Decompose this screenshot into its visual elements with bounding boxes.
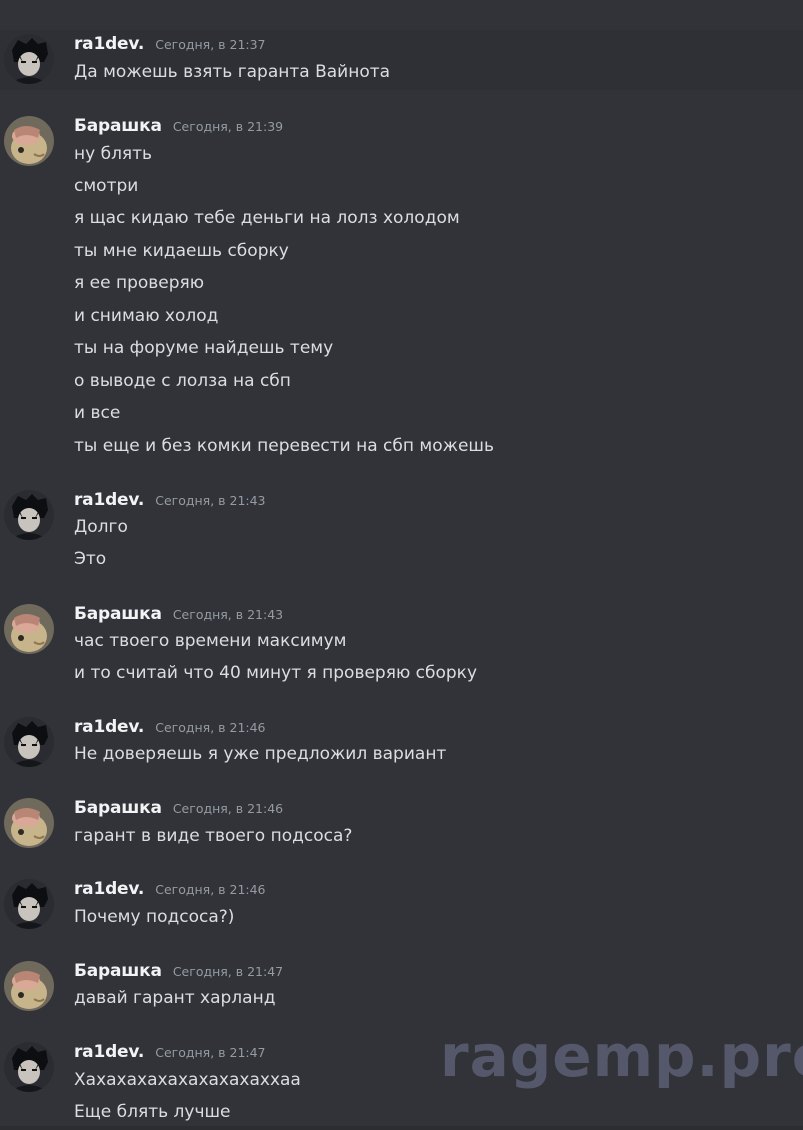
message-group: ra1dev. Сегодня, в 21:46 Почему подсоса?… xyxy=(0,877,803,937)
message-group: ra1dev. Сегодня, в 21:46 Не доверяешь я … xyxy=(0,714,803,774)
message-text: о выводе с лолза на сбп xyxy=(74,371,291,391)
timestamp[interactable]: Сегодня, в 21:37 xyxy=(155,37,265,52)
timestamp[interactable]: Сегодня, в 21:46 xyxy=(173,801,283,816)
avatar-ra1dev[interactable] xyxy=(4,490,54,540)
message-text: Не доверяешь я уже предложил вариант xyxy=(74,744,447,764)
author-name[interactable]: Барашка xyxy=(74,604,162,624)
message-text: и то считай что 40 минут я проверяю сбор… xyxy=(74,663,478,683)
author-name[interactable]: ra1dev. xyxy=(74,490,144,510)
message-text: ты на форуме найдешь тему xyxy=(74,338,334,358)
message-header: Барашка Сегодня, в 21:46 xyxy=(74,798,283,822)
timestamp[interactable]: Сегодня, в 21:47 xyxy=(155,1045,265,1060)
message-group: Барашка Сегодня, в 21:47 давай гарант ха… xyxy=(0,959,803,1019)
avatar-ra1dev[interactable] xyxy=(4,1042,54,1092)
message-text: и все xyxy=(74,403,121,423)
chat-message-list[interactable]: ra1dev. Сегодня, в 21:37 Да можешь взять… xyxy=(0,0,803,1130)
message-header: Барашка Сегодня, в 21:47 xyxy=(74,961,283,985)
bottom-edge xyxy=(0,1126,803,1130)
message-group: Барашка Сегодня, в 21:39 ну блять смотри… xyxy=(0,112,803,462)
message-group: Барашка Сегодня, в 21:46 гарант в виде т… xyxy=(0,796,803,856)
author-name[interactable]: ra1dev. xyxy=(74,34,144,54)
message-text: Да можешь взять гаранта Вайнота xyxy=(74,62,391,82)
author-name[interactable]: Барашка xyxy=(74,961,162,981)
avatar-barashka[interactable] xyxy=(4,116,54,166)
message-text: и снимаю холод xyxy=(74,306,219,326)
timestamp[interactable]: Сегодня, в 21:39 xyxy=(173,119,283,134)
avatar-ra1dev[interactable] xyxy=(4,717,54,767)
message-text: ты мне кидаешь сборку xyxy=(74,241,289,261)
author-name[interactable]: Барашка xyxy=(74,798,162,818)
message-text: Почему подсоса?) xyxy=(74,907,235,927)
avatar-barashka[interactable] xyxy=(4,798,54,848)
message-text: я ее проверяю xyxy=(74,273,205,293)
watermark: ragemp.pro xyxy=(440,1022,803,1090)
avatar-barashka[interactable] xyxy=(4,604,54,654)
message-text: Хахахахахахахахахаххаа xyxy=(74,1070,301,1090)
message-header: Барашка Сегодня, в 21:39 xyxy=(74,116,283,140)
author-name[interactable]: ra1dev. xyxy=(74,1042,144,1062)
top-fade xyxy=(0,0,803,20)
timestamp[interactable]: Сегодня, в 21:47 xyxy=(173,964,283,979)
author-name[interactable]: ra1dev. xyxy=(74,879,144,899)
message-text: Долго xyxy=(74,517,128,537)
message-text: Еще блять лучше xyxy=(74,1102,231,1122)
message-header: ra1dev. Сегодня, в 21:46 xyxy=(74,879,266,903)
timestamp[interactable]: Сегодня, в 21:46 xyxy=(155,720,265,735)
avatar-ra1dev[interactable] xyxy=(4,879,54,929)
avatar-ra1dev[interactable] xyxy=(4,34,54,84)
message-text: смотри xyxy=(74,176,139,196)
message-header: ra1dev. Сегодня, в 21:43 xyxy=(74,490,266,514)
message-text: давай гарант харланд xyxy=(74,988,276,1008)
message-group: Барашка Сегодня, в 21:43 час твоего врем… xyxy=(0,600,803,690)
timestamp[interactable]: Сегодня, в 21:43 xyxy=(155,493,265,508)
timestamp[interactable]: Сегодня, в 21:43 xyxy=(173,607,283,622)
author-name[interactable]: ra1dev. xyxy=(74,717,144,737)
message-text: Это xyxy=(74,549,107,569)
author-name[interactable]: Барашка xyxy=(74,116,162,136)
message-group: ra1dev. Сегодня, в 21:43 Долго Это xyxy=(0,486,803,576)
message-text: ты еще и без комки перевести на сбп може… xyxy=(74,436,494,456)
timestamp[interactable]: Сегодня, в 21:46 xyxy=(155,882,265,897)
avatar-barashka[interactable] xyxy=(4,961,54,1011)
message-text: ну блять xyxy=(74,144,153,164)
message-header: Барашка Сегодня, в 21:43 xyxy=(74,604,283,628)
message-text: гарант в виде твоего подсоса? xyxy=(74,826,353,846)
message-text: я щас кидаю тебе деньги на лолз холодом xyxy=(74,208,460,228)
message-header: ra1dev. Сегодня, в 21:46 xyxy=(74,717,266,741)
message-group: ra1dev. Сегодня, в 21:37 Да можешь взять… xyxy=(0,30,803,90)
message-text: час твоего времени максимум xyxy=(74,631,347,651)
message-header: ra1dev. Сегодня, в 21:37 xyxy=(74,34,266,58)
message-header: ra1dev. Сегодня, в 21:47 xyxy=(74,1042,266,1066)
